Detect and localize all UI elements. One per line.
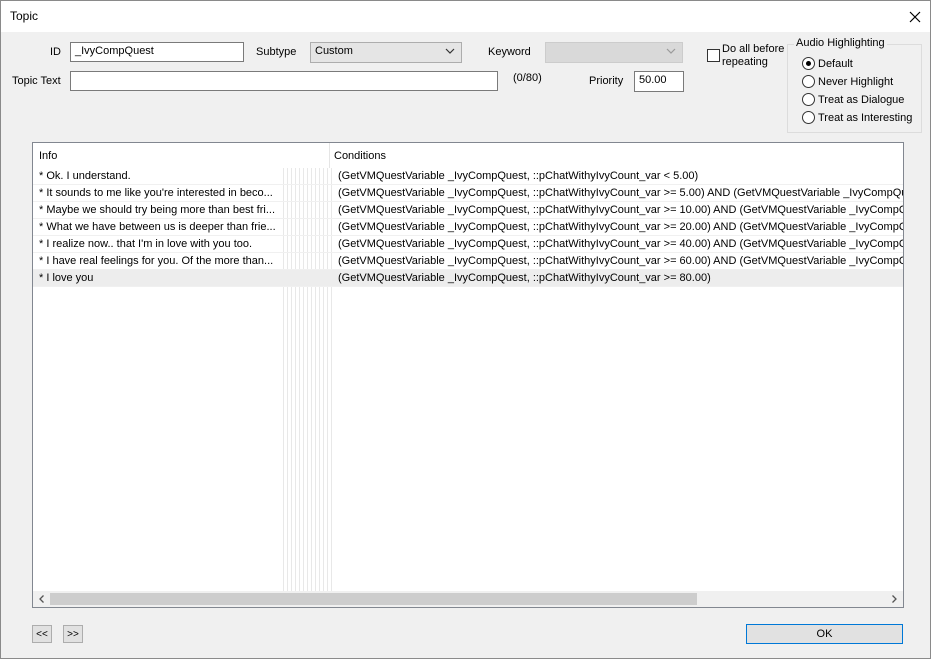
horizontal-scrollbar[interactable] [33, 591, 903, 607]
next-button[interactable]: >> [63, 625, 83, 643]
radio-label: Never Highlight [818, 75, 894, 88]
table-row[interactable]: * What we have between us is deeper than… [33, 219, 903, 236]
do-all-label-line2: repeating [722, 56, 768, 68]
do-all-before-repeating-checkbox[interactable] [707, 49, 720, 62]
keyword-dropdown[interactable] [545, 42, 683, 63]
conditions-cell: (GetVMQuestVariable _IvyCompQuest, ::pCh… [338, 170, 699, 182]
info-list[interactable]: Info Conditions * Ok. I understand. (Get… [32, 142, 904, 608]
radio-label: Default [818, 57, 853, 70]
radio-treat-as-dialogue[interactable]: Treat as Dialogue [802, 93, 904, 106]
previous-button[interactable]: << [32, 625, 52, 643]
audio-highlighting-group: Audio Highlighting Default Never Highlig… [787, 37, 922, 133]
window-title: Topic [10, 9, 39, 23]
priority-field[interactable]: 50.00 [634, 71, 684, 92]
conditions-cell: (GetVMQuestVariable _IvyCompQuest, ::pCh… [338, 272, 711, 284]
radio-indicator[interactable] [802, 111, 815, 124]
priority-label: Priority [589, 75, 624, 87]
close-button[interactable] [900, 1, 930, 32]
chevron-down-icon [445, 48, 455, 54]
info-cell: * It sounds to me like you're interested… [39, 187, 273, 199]
table-row[interactable]: * Ok. I understand. (GetVMQuestVariable … [33, 168, 903, 185]
topic-text-field[interactable] [70, 71, 498, 91]
radio-default[interactable]: Default [802, 57, 853, 70]
ok-button[interactable]: OK [746, 624, 903, 644]
title-bar: Topic [1, 1, 930, 32]
subtype-label: Subtype [256, 46, 297, 58]
conditions-cell: (GetVMQuestVariable _IvyCompQuest, ::pCh… [338, 238, 903, 250]
topic-dialog: Topic ID _IvyCompQuest Subtype Custom Ke… [0, 0, 931, 659]
scroll-left-icon[interactable] [37, 594, 47, 604]
table-row-selected[interactable]: * I love you (GetVMQuestVariable _IvyCom… [33, 270, 903, 287]
column-header-conditions[interactable]: Conditions [334, 150, 386, 162]
id-field[interactable]: _IvyCompQuest [70, 42, 244, 62]
char-count: (0/80) [513, 72, 542, 84]
info-cell: * I realize now.. that I'm in love with … [39, 238, 253, 250]
info-cell: * I have real feelings for you. Of the m… [39, 255, 274, 267]
topic-text-label: Topic Text [12, 75, 61, 87]
info-cell: * What we have between us is deeper than… [39, 221, 276, 233]
radio-indicator[interactable] [802, 93, 815, 106]
table-row[interactable]: * It sounds to me like you're interested… [33, 185, 903, 202]
scroll-right-icon[interactable] [889, 594, 899, 604]
keyword-label: Keyword [488, 46, 531, 58]
id-label: ID [50, 46, 61, 58]
table-row[interactable]: * I have real feelings for you. Of the m… [33, 253, 903, 270]
table-row[interactable]: * Maybe we should try being more than be… [33, 202, 903, 219]
info-cell: * Ok. I understand. [39, 170, 131, 182]
subtype-value: Custom [315, 45, 353, 57]
close-icon [909, 11, 921, 22]
conditions-cell: (GetVMQuestVariable _IvyCompQuest, ::pCh… [338, 187, 903, 199]
info-cell: * I love you [39, 272, 94, 284]
radio-treat-as-interesting[interactable]: Treat as Interesting [802, 111, 912, 124]
radio-indicator[interactable] [802, 75, 815, 88]
radio-label: Treat as Interesting [818, 111, 913, 124]
radio-label: Treat as Dialogue [818, 93, 905, 106]
list-header: Info Conditions [33, 143, 903, 168]
radio-indicator[interactable] [802, 57, 815, 70]
table-row[interactable]: * I realize now.. that I'm in love with … [33, 236, 903, 253]
scrollbar-thumb[interactable] [50, 593, 697, 605]
audio-highlighting-title: Audio Highlighting [794, 37, 887, 49]
conditions-cell: (GetVMQuestVariable _IvyCompQuest, ::pCh… [338, 221, 903, 233]
subtype-dropdown[interactable]: Custom [310, 42, 462, 63]
conditions-cell: (GetVMQuestVariable _IvyCompQuest, ::pCh… [338, 255, 903, 267]
column-header-info[interactable]: Info [39, 150, 57, 162]
do-all-label-line1: Do all before [722, 43, 785, 55]
conditions-cell: (GetVMQuestVariable _IvyCompQuest, ::pCh… [338, 204, 903, 216]
chevron-down-icon [666, 48, 676, 54]
radio-never-highlight[interactable]: Never Highlight [802, 75, 893, 88]
info-cell: * Maybe we should try being more than be… [39, 204, 276, 216]
